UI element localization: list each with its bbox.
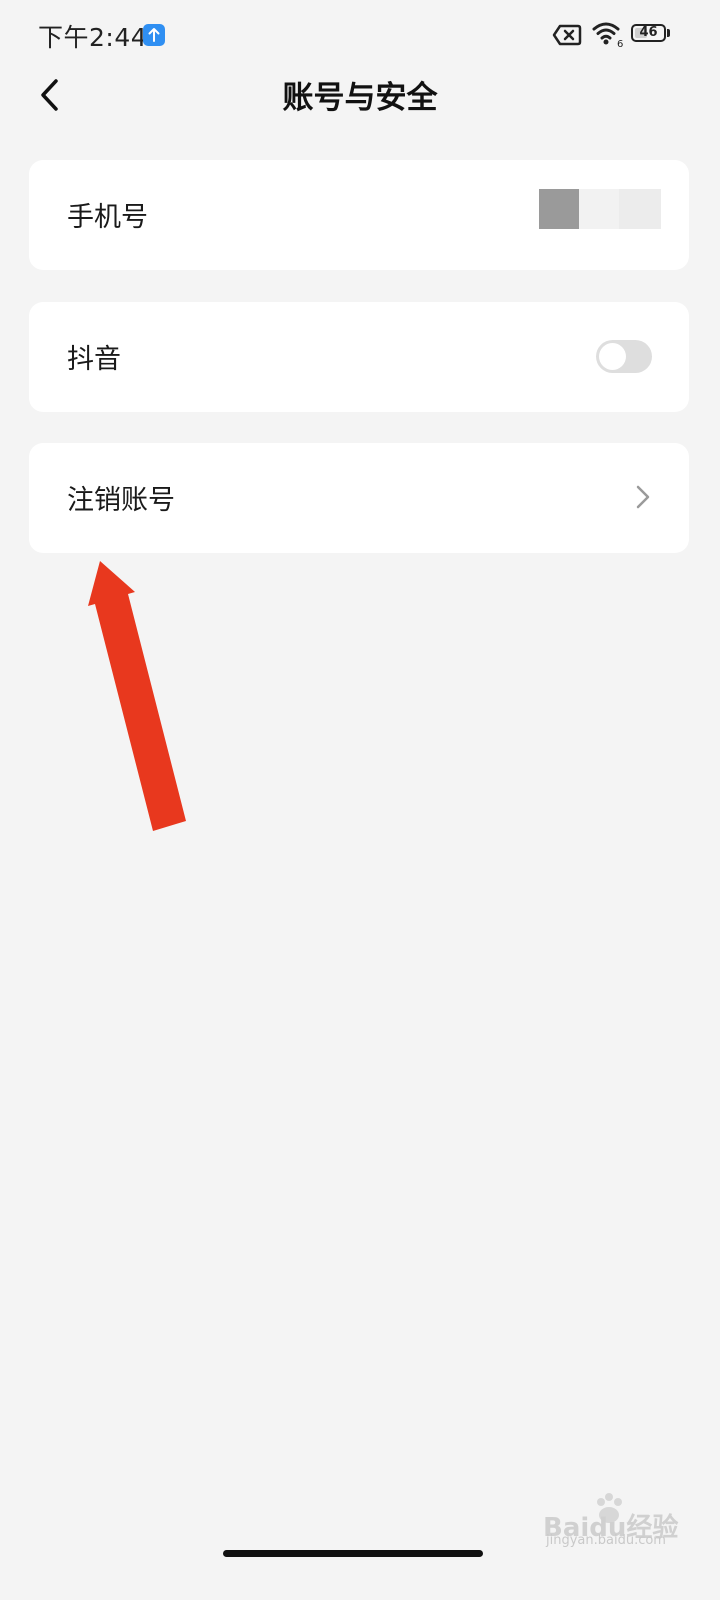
mask-block (619, 189, 661, 229)
battery-cap (667, 29, 670, 37)
status-time: 下午2:44 (38, 23, 148, 52)
sim-error-icon (552, 24, 582, 50)
toggle-knob (599, 343, 626, 370)
douyin-row: 抖音 (29, 302, 689, 412)
delete-account-label: 注销账号 (67, 485, 175, 516)
phone-number-row[interactable]: 手机号 (29, 160, 689, 270)
douyin-toggle[interactable] (596, 340, 652, 373)
home-indicator[interactable] (223, 1550, 483, 1557)
mask-block (539, 189, 579, 229)
svg-text:6: 6 (617, 39, 623, 48)
page-title: 账号与安全 (282, 80, 438, 116)
battery-icon: 46 (631, 24, 672, 44)
phone-number-label: 手机号 (67, 202, 148, 233)
header: 账号与安全 (0, 60, 720, 130)
battery-level: 46 (639, 25, 658, 40)
watermark-subtext: jingyan.baidu.com (546, 1533, 666, 1548)
masked-phone-number (539, 189, 661, 229)
upload-icon (143, 24, 165, 46)
chevron-right-icon (635, 483, 651, 515)
wifi-icon: 6 (591, 20, 625, 52)
delete-account-row[interactable]: 注销账号 (29, 443, 689, 553)
mask-block (579, 189, 619, 229)
douyin-label: 抖音 (67, 344, 121, 375)
